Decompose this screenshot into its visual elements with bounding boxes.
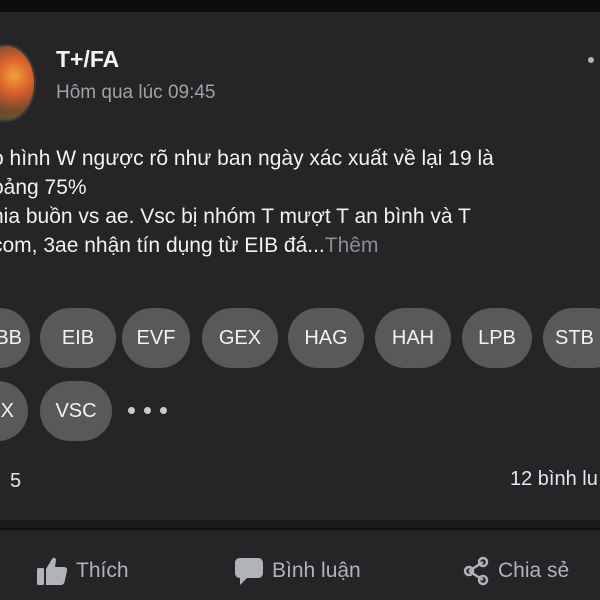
ticker-tag[interactable]: STB bbox=[543, 308, 600, 368]
more-tags-icon[interactable] bbox=[128, 403, 170, 417]
ticker-tag[interactable]: LPB bbox=[462, 308, 532, 368]
ticker-tag[interactable]: GEX bbox=[202, 308, 278, 368]
ticker-tag[interactable]: HAG bbox=[288, 308, 364, 368]
post-text: o hình W ngược rõ như ban ngày xác xuất … bbox=[0, 144, 600, 260]
comment-icon bbox=[235, 558, 263, 585]
ticker-tags-row: X VSC bbox=[0, 381, 600, 443]
comment-label: Bình luận bbox=[272, 559, 361, 582]
share-button[interactable]: Chia sẻ bbox=[462, 554, 569, 588]
ticker-tag[interactable]: EIB bbox=[40, 308, 116, 368]
see-more-link[interactable]: Thêm bbox=[325, 234, 379, 257]
post-text-line-last: com, 3ae nhận tín dụng từ EIB đá... bbox=[0, 234, 325, 257]
top-strip bbox=[0, 0, 600, 12]
ticker-tag[interactable]: X bbox=[0, 381, 28, 441]
comment-button[interactable]: Bình luận bbox=[234, 554, 361, 588]
ticker-tags-row: BB EIB EVF GEX HAG HAH LPB STB bbox=[0, 308, 600, 370]
like-label: Thích bbox=[76, 559, 129, 582]
post-text-line: com, 3ae nhận tín dụng từ EIB đá...Thêm bbox=[0, 231, 600, 260]
thumbs-up-icon bbox=[37, 557, 68, 585]
post-text-line: oảng 75% bbox=[0, 176, 87, 199]
reactions-count[interactable]: 5 bbox=[10, 470, 21, 493]
post-card: T+/FA Hôm qua lúc 09:45 o hình W ngược r… bbox=[0, 12, 600, 520]
author-name[interactable]: T+/FA bbox=[56, 46, 119, 73]
post-timestamp[interactable]: Hôm qua lúc 09:45 bbox=[56, 82, 216, 104]
post-text-line: hia buồn vs ae. Vsc bị nhóm T mượt T an … bbox=[0, 205, 471, 228]
comments-count[interactable]: 12 bình lu bbox=[510, 468, 598, 491]
more-options-icon[interactable] bbox=[588, 57, 594, 63]
share-icon bbox=[463, 556, 489, 586]
ticker-tag[interactable]: BB bbox=[0, 308, 30, 368]
ticker-tag[interactable]: EVF bbox=[122, 308, 190, 368]
share-label: Chia sẻ bbox=[498, 559, 570, 582]
like-button[interactable]: Thích bbox=[36, 554, 129, 588]
post-action-bar: Thích Bình luận Chia sẻ bbox=[0, 530, 600, 600]
post-text-line: o hình W ngược rõ như ban ngày xác xuất … bbox=[0, 147, 494, 170]
author-avatar[interactable] bbox=[0, 44, 36, 122]
ticker-tag[interactable]: HAH bbox=[375, 308, 451, 368]
ticker-tag[interactable]: VSC bbox=[40, 381, 112, 441]
